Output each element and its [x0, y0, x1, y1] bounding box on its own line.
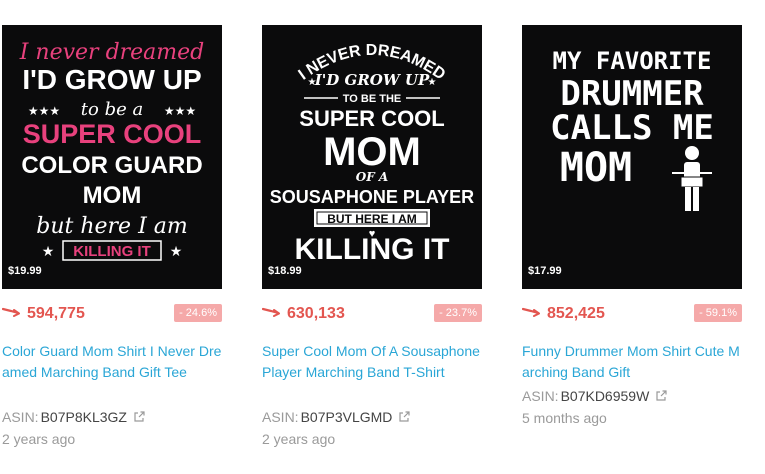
- star-icon: ★★★: [28, 104, 60, 118]
- asin-value: B07KD6959W: [560, 388, 650, 404]
- rank-stats: 594,775 - 24.6%: [2, 289, 224, 341]
- change-badge: - 59.1%: [694, 304, 742, 322]
- product-image[interactable]: I NEVER DREAMED I'D GROW UP ★ ★ TO BE TH…: [262, 25, 482, 289]
- product-title-link[interactable]: Funny Drummer Mom Shirt Cute Marching Ba…: [522, 341, 744, 383]
- listing-age: 2 years ago: [2, 431, 76, 447]
- asin-label: ASIN:: [522, 388, 559, 404]
- listing-age: 2 years ago: [262, 431, 336, 447]
- star-icon: ★: [308, 77, 317, 88]
- product-title-link[interactable]: Color Guard Mom Shirt I Never Dreamed Ma…: [2, 341, 224, 404]
- shirt-design: MY FAVORITE DRUMMER CALLS ME MOM: [522, 25, 742, 289]
- design-line: SUPER COOL: [23, 119, 202, 149]
- design-line: SOUSAPHONE PLAYER: [270, 187, 474, 207]
- design-line: BUT HERE I AM: [327, 212, 417, 226]
- design-line: MY FAVORITE: [553, 47, 712, 75]
- shirt-design: I NEVER DREAMED I'D GROW UP ★ ★ TO BE TH…: [262, 25, 482, 289]
- star-icon: ★: [42, 243, 55, 259]
- star-icon: ★★★: [164, 104, 196, 118]
- asin-value: B07P3VLGMD: [300, 409, 393, 425]
- star-icon: ★: [428, 77, 437, 88]
- asin-row: ASIN: B07P8KL3GZ: [2, 406, 224, 428]
- product-image[interactable]: MY FAVORITE DRUMMER CALLS ME MOM $17.99: [522, 25, 742, 289]
- external-link-icon[interactable]: [133, 411, 145, 423]
- sales-rank: 630,133: [287, 305, 345, 322]
- trending-arrow-icon: [522, 307, 540, 317]
- sales-rank: 594,775: [27, 305, 85, 322]
- design-line: CALLS ME: [550, 108, 714, 148]
- design-line: OF A: [356, 170, 388, 184]
- design-line: MOM: [560, 145, 632, 191]
- heart-icon: ♥: [369, 228, 376, 240]
- design-line: MOM: [83, 182, 142, 209]
- rank-stats: 630,133 - 23.7%: [262, 289, 484, 341]
- sales-rank: 852,425: [547, 305, 605, 322]
- external-link-icon[interactable]: [398, 411, 411, 423]
- external-link-icon[interactable]: [655, 390, 667, 402]
- change-badge: - 24.6%: [174, 304, 222, 322]
- price-tag: $18.99: [268, 265, 302, 277]
- asin-label: ASIN:: [262, 409, 299, 425]
- listing-age: 5 months ago: [522, 410, 607, 426]
- design-line: MOM: [323, 130, 421, 174]
- product-title-link[interactable]: Super Cool Mom Of A Sousaphone Player Ma…: [262, 341, 484, 404]
- rank-stats: 852,425 - 59.1%: [522, 289, 744, 341]
- design-line: KILLING IT: [73, 243, 151, 260]
- change-badge: - 23.7%: [434, 304, 482, 322]
- product-card[interactable]: MY FAVORITE DRUMMER CALLS ME MOM $17.99 …: [522, 25, 744, 429]
- star-icon: ★: [170, 243, 183, 259]
- product-image[interactable]: I never dreamed I'D GROW UP to be a ★★★ …: [2, 25, 222, 289]
- asin-value: B07P8KL3GZ: [40, 409, 127, 425]
- design-line: I'D GROW UP: [22, 64, 201, 95]
- price-tag: $19.99: [8, 265, 42, 277]
- design-line: to be a: [81, 99, 143, 120]
- design-line: SUPER COOL: [299, 106, 444, 131]
- design-line: I'D GROW UP: [314, 71, 430, 89]
- design-line: COLOR GUARD: [21, 152, 202, 179]
- product-card[interactable]: I never dreamed I'D GROW UP to be a ★★★ …: [2, 25, 224, 450]
- shirt-design: I never dreamed I'D GROW UP to be a ★★★ …: [2, 25, 222, 289]
- design-line: I never dreamed: [19, 40, 205, 65]
- asin-row: ASIN: B07P3VLGMD: [262, 406, 484, 428]
- price-tag: $17.99: [528, 265, 562, 277]
- design-line: TO BE THE: [343, 93, 401, 105]
- trending-arrow-icon: [262, 307, 280, 317]
- product-card[interactable]: I NEVER DREAMED I'D GROW UP ★ ★ TO BE TH…: [262, 25, 484, 450]
- trending-arrow-icon: [2, 307, 20, 317]
- asin-row: ASIN: B07KD6959W: [522, 385, 744, 407]
- design-line: but here I am: [36, 214, 187, 239]
- asin-label: ASIN:: [2, 409, 39, 425]
